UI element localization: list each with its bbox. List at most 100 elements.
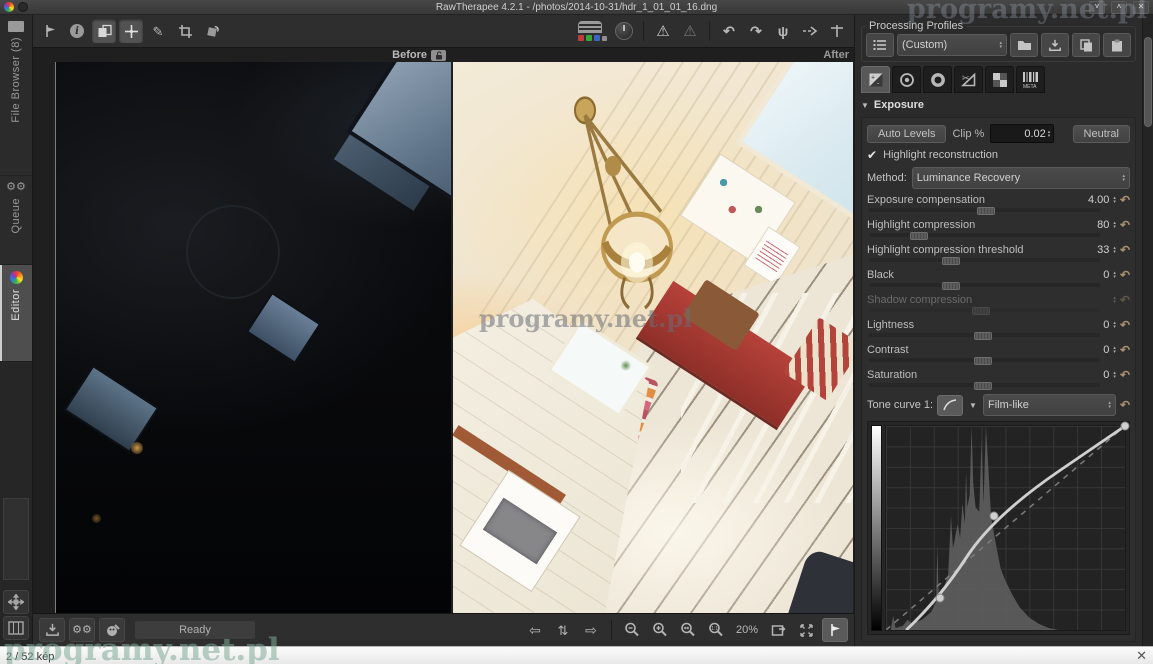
detach-window-button[interactable] <box>766 619 790 641</box>
palette-editor-button[interactable] <box>99 618 125 642</box>
reset-button[interactable]: ↶ <box>1120 369 1130 381</box>
before-after-button[interactable] <box>92 19 116 43</box>
zoom-in-button[interactable] <box>648 619 672 641</box>
slider-handle[interactable] <box>974 382 992 390</box>
load-profile-button[interactable] <box>1010 33 1038 57</box>
sidebar-tab-file-browser[interactable]: File Browser (8) <box>0 15 32 176</box>
send-to-queue-button[interactable] <box>798 19 822 43</box>
slider-track[interactable] <box>869 358 1100 362</box>
slider-track[interactable] <box>869 333 1100 337</box>
spinner-icon[interactable]: ▴▾ <box>1113 271 1116 279</box>
panel-scrollbar[interactable] <box>1142 15 1153 646</box>
split-view-toggle-button[interactable] <box>822 618 848 642</box>
exposure-expander[interactable]: ▼ Exposure <box>861 97 1136 113</box>
split-view-button[interactable] <box>825 19 849 43</box>
highlight-clip-button[interactable]: ⚠ <box>651 19 675 43</box>
next-image-button[interactable]: ⇨ <box>579 619 603 641</box>
close-icon[interactable]: ✕ <box>1136 648 1147 664</box>
scrollbar-thumb[interactable] <box>1144 37 1152 127</box>
straighten-button[interactable]: ✎ <box>146 19 170 43</box>
slider-handle[interactable] <box>974 332 992 340</box>
spinner-icon[interactable]: ▴▾ <box>1113 221 1116 229</box>
tab-transform[interactable]: ✂ <box>954 66 983 93</box>
slider-track[interactable] <box>869 258 1100 262</box>
hand-tool-button[interactable] <box>38 19 62 43</box>
white-balance-dial-button[interactable] <box>612 19 636 43</box>
curve-point[interactable] <box>935 594 944 603</box>
curve-point[interactable] <box>989 511 998 520</box>
slider-track[interactable] <box>869 283 1100 287</box>
slider-track[interactable] <box>869 233 1100 237</box>
curve-dropdown-arrow[interactable]: ▼ <box>967 401 979 410</box>
zoom-out-button[interactable] <box>620 619 644 641</box>
tone-curve-editor[interactable] <box>867 421 1130 635</box>
tab-raw[interactable] <box>985 66 1014 93</box>
curve-point[interactable] <box>1121 422 1130 431</box>
tab-exposure[interactable]: +- <box>861 66 890 93</box>
highlight-reconstruction-checkbox[interactable]: ✔ Highlight reconstruction <box>867 148 1130 162</box>
slider-handle[interactable] <box>942 282 960 290</box>
profile-select[interactable]: (Custom) ▴▾ <box>897 34 1007 56</box>
shadow-clip-button[interactable]: ⚠ <box>678 19 702 43</box>
slider-handle[interactable] <box>910 232 928 240</box>
color-picker-button[interactable] <box>119 19 143 43</box>
curve-reset-button[interactable]: ↶ <box>1120 399 1130 411</box>
curve-grid[interactable] <box>885 425 1126 631</box>
bundled-profiles-button[interactable] <box>866 33 894 57</box>
window-title: RawTherapee 4.2.1 - /photos/2014-10-31/h… <box>0 2 1153 13</box>
tab-metadata[interactable]: META <box>1016 66 1045 93</box>
auto-levels-button[interactable]: Auto Levels <box>867 125 946 143</box>
undo-button[interactable]: ↶ <box>717 19 741 43</box>
maximize-button[interactable]: ˄ <box>1111 1 1127 14</box>
after-photo[interactable]: programy.net.pl <box>453 62 853 613</box>
paste-profile-button[interactable] <box>1103 33 1131 57</box>
before-photo[interactable] <box>55 62 451 613</box>
spinner-icon[interactable]: ▴▾ <box>1113 246 1116 254</box>
spinner-icon[interactable]: ▴▾ <box>1113 321 1116 329</box>
slider-handle[interactable] <box>974 357 992 365</box>
snapshot-button[interactable]: ψ <box>771 19 795 43</box>
reset-button[interactable]: ↶ <box>1120 269 1130 281</box>
sidebar-tab-editor[interactable]: Editor <box>0 265 32 362</box>
close-button[interactable]: ✕ <box>1133 1 1149 14</box>
info-button[interactable]: i <box>65 19 89 43</box>
slider-handle[interactable] <box>942 257 960 265</box>
histogram-channels-toggle[interactable] <box>576 21 609 41</box>
prev-image-button[interactable]: ⇦ <box>523 619 547 641</box>
reset-button[interactable]: ↶ <box>1120 219 1130 231</box>
spinner-icon[interactable]: ▴▾ <box>1113 371 1116 379</box>
save-image-button[interactable] <box>39 618 65 642</box>
neutral-button[interactable]: Neutral <box>1073 125 1130 143</box>
reset-button[interactable]: ↶ <box>1120 319 1130 331</box>
curve-control-points[interactable] <box>886 426 1125 630</box>
slider-track[interactable] <box>869 208 1100 212</box>
curve-type-button[interactable] <box>937 395 963 416</box>
before-lock-button[interactable] <box>431 50 446 61</box>
zoom-fit-button[interactable] <box>676 619 700 641</box>
zoom-100-button[interactable]: 1:1 <box>704 619 728 641</box>
redo-button[interactable]: ↷ <box>744 19 768 43</box>
method-select[interactable]: Luminance Recovery ▴▾ <box>912 167 1130 189</box>
batch-queue-button[interactable]: ⚙⚙ <box>69 618 95 642</box>
pan-tool-button[interactable] <box>3 590 29 614</box>
reset-button[interactable]: ↶ <box>1120 244 1130 256</box>
crop-button[interactable] <box>173 19 197 43</box>
reset-button[interactable]: ↶ <box>1120 194 1130 206</box>
spinner-icon[interactable]: ▴▾ <box>1113 196 1116 204</box>
spinner-icon[interactable]: ▴▾ <box>1113 346 1116 354</box>
rotate-button[interactable] <box>200 19 224 43</box>
copy-profile-button[interactable] <box>1072 33 1100 57</box>
curve-mode-select[interactable]: Film-like ▴▾ <box>983 394 1116 416</box>
filmstrip-toggle-button[interactable] <box>3 616 29 640</box>
slider-handle[interactable] <box>977 207 995 215</box>
swap-before-after-button[interactable]: ⇅ <box>551 619 575 641</box>
minimize-button[interactable]: ˅ <box>1089 1 1105 14</box>
fullscreen-button[interactable] <box>794 619 818 641</box>
slider-track[interactable] <box>869 383 1100 387</box>
tab-color[interactable] <box>923 66 952 93</box>
tab-detail[interactable] <box>892 66 921 93</box>
save-profile-button[interactable] <box>1041 33 1069 57</box>
sidebar-tab-queue[interactable]: ⚙⚙ Queue <box>0 176 32 265</box>
reset-button[interactable]: ↶ <box>1120 344 1130 356</box>
clip-input[interactable]: 0.02 ▴▾ <box>990 124 1054 143</box>
